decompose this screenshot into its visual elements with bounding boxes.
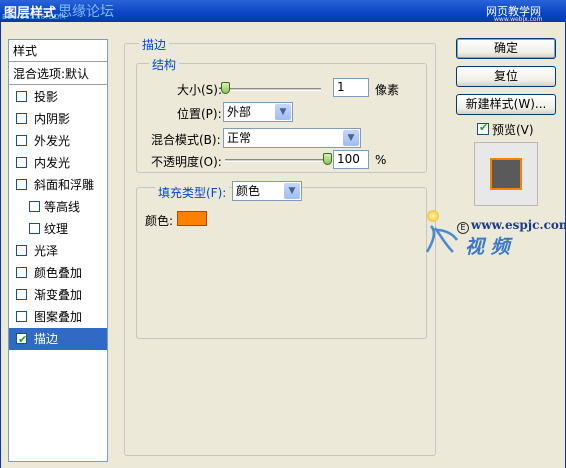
- chevron-down-icon: ▼: [343, 130, 359, 146]
- style-item[interactable]: 颜色叠加: [9, 262, 107, 284]
- size-label: 大小(S):: [177, 83, 223, 97]
- opacity-label: 不透明度(O):: [151, 155, 222, 169]
- style-item-label: 内发光: [34, 156, 71, 170]
- fill-group: 填充类型(F): 颜色 ▼ 颜色:: [136, 181, 427, 339]
- style-checkbox[interactable]: [16, 135, 27, 146]
- style-item[interactable]: 渐变叠加: [9, 284, 107, 306]
- blend-mode-select[interactable]: 正常 ▼: [223, 128, 361, 148]
- preview-swatch: [490, 158, 522, 190]
- style-item-label: 等高线: [44, 200, 81, 214]
- style-checkbox[interactable]: [16, 157, 27, 168]
- style-item-label: 纹理: [44, 222, 69, 236]
- blend-mode-value: 正常: [227, 131, 252, 145]
- style-checkbox[interactable]: ✔: [16, 333, 27, 346]
- style-item-label: 颜色叠加: [34, 266, 83, 280]
- style-item[interactable]: 内阴影: [9, 108, 107, 130]
- size-slider-track[interactable]: [225, 88, 321, 91]
- fill-type-value: 颜色: [236, 184, 261, 198]
- style-item[interactable]: 图案叠加: [9, 306, 107, 328]
- style-checkbox[interactable]: [29, 201, 40, 212]
- style-checkbox[interactable]: [16, 267, 27, 278]
- watermark-logo: 视 频: [465, 236, 510, 258]
- position-value: 外部: [227, 105, 252, 119]
- opacity-slider-thumb[interactable]: [323, 153, 332, 165]
- style-item[interactable]: ✔ 描边: [9, 328, 107, 350]
- color-label: 颜色:: [145, 214, 174, 228]
- style-checkbox[interactable]: [16, 311, 27, 322]
- style-item-label: 外发光: [34, 134, 71, 148]
- style-item[interactable]: 投影: [9, 86, 107, 108]
- fill-type-select[interactable]: 颜色 ▼: [232, 181, 302, 201]
- style-item-label: 内阴影: [34, 112, 71, 126]
- style-item[interactable]: 等高线: [9, 196, 107, 218]
- opacity-unit: %: [375, 153, 387, 167]
- size-input[interactable]: 1: [333, 78, 369, 97]
- structure-group: 结构 大小(S): 1 像素 位置(P): 外部 ▼ 混合模式(B): 正常 ▼…: [136, 56, 427, 173]
- dialog-body: 样式 混合选项:默认 投影内阴影外发光内发光斜面和浮雕等高线纹理光泽颜色叠加渐变…: [0, 22, 566, 468]
- style-preview: [474, 142, 538, 206]
- color-swatch[interactable]: [177, 211, 207, 226]
- stroke-group-title: 描边: [139, 36, 170, 53]
- watermark-site: www.espjc.com: [471, 218, 566, 232]
- style-item-label: 渐变叠加: [34, 288, 83, 302]
- checkmark-icon: ✔: [479, 121, 489, 134]
- style-item-label: 斜面和浮雕: [34, 178, 95, 192]
- position-select[interactable]: 外部 ▼: [223, 102, 293, 122]
- title-bar[interactable]: 图层样式 思缘论坛 BBS.16XX8.COM 网页教学网 www.webjx.…: [0, 0, 566, 23]
- styles-header[interactable]: 样式: [9, 40, 107, 62]
- watermark-bbs: BBS.16XX8.COM: [2, 13, 67, 21]
- style-item[interactable]: 外发光: [9, 130, 107, 152]
- style-checkbox[interactable]: [16, 113, 27, 124]
- size-slider-thumb[interactable]: [221, 82, 230, 94]
- style-item[interactable]: 斜面和浮雕: [9, 174, 107, 196]
- style-checkbox[interactable]: [16, 91, 27, 102]
- style-item[interactable]: 光泽: [9, 240, 107, 262]
- stroke-group: 描边 结构 大小(S): 1 像素 位置(P): 外部 ▼ 混合模式(B): 正…: [124, 36, 436, 456]
- style-item[interactable]: 纹理: [9, 218, 107, 240]
- style-item-label: 投影: [34, 90, 59, 104]
- reset-button[interactable]: 复位: [456, 66, 556, 87]
- opacity-input[interactable]: 100: [333, 150, 369, 169]
- style-checkbox[interactable]: [16, 245, 27, 256]
- position-label: 位置(P):: [177, 107, 222, 121]
- style-item-label: 图案叠加: [34, 310, 83, 324]
- chevron-down-icon: ▼: [284, 183, 300, 199]
- style-item-label: 描边: [34, 332, 59, 346]
- fill-type-label: 填充类型(F):: [155, 184, 230, 201]
- style-checkbox[interactable]: [29, 223, 40, 234]
- opacity-slider-track[interactable]: [225, 159, 327, 162]
- ok-button[interactable]: 确定: [456, 38, 556, 59]
- style-checkbox[interactable]: [16, 289, 27, 300]
- blend-options-item[interactable]: 混合选项:默认: [9, 63, 107, 85]
- style-item-label: 光泽: [34, 244, 59, 258]
- style-checkbox[interactable]: [16, 179, 27, 190]
- new-style-button[interactable]: 新建样式(W)...: [456, 94, 556, 115]
- styles-list: 样式 混合选项:默认 投影内阴影外发光内发光斜面和浮雕等高线纹理光泽颜色叠加渐变…: [8, 39, 108, 462]
- structure-group-title: 结构: [149, 56, 180, 73]
- size-unit: 像素: [375, 83, 400, 97]
- style-item[interactable]: 内发光: [9, 152, 107, 174]
- dancer-logo-icon: [425, 225, 459, 253]
- checkmark-icon: ✔: [18, 333, 28, 346]
- chevron-down-icon: ▼: [275, 104, 291, 120]
- watermark-forum: 思缘论坛: [58, 4, 114, 20]
- blend-mode-label: 混合模式(B):: [151, 133, 221, 147]
- preview-checkbox[interactable]: ✔: [477, 121, 489, 135]
- preview-label: 预览(V): [492, 123, 534, 137]
- sun-icon: [427, 210, 439, 222]
